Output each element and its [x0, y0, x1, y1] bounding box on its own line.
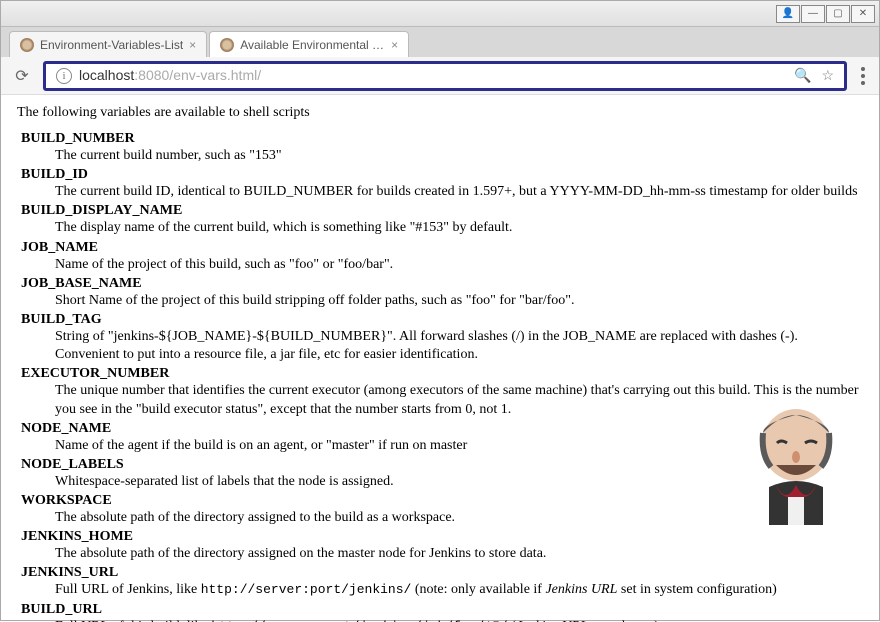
env-var-desc: The current build number, such as "153" — [55, 147, 863, 165]
env-var-desc: Full URL of this build, like http://serv… — [55, 618, 863, 622]
env-var-name: JOB_NAME — [21, 240, 863, 256]
env-var-name: NODE_LABELS — [21, 457, 863, 473]
env-var-name: JENKINS_HOME — [21, 529, 863, 545]
env-var-desc: The absolute path of the directory assig… — [55, 545, 863, 563]
tab-strip: Environment-Variables-List × Available E… — [1, 27, 879, 57]
env-var-name: JOB_BASE_NAME — [21, 276, 863, 292]
maximize-button[interactable]: ▢ — [826, 5, 850, 23]
tab-close-icon[interactable]: × — [391, 38, 398, 52]
jenkins-favicon-icon — [220, 38, 234, 52]
tab-env-vars-list[interactable]: Environment-Variables-List × — [9, 31, 207, 57]
intro-text: The following variables are available to… — [17, 105, 863, 121]
minimize-button[interactable]: — — [801, 5, 825, 23]
search-icon[interactable]: 🔍 — [794, 67, 811, 84]
env-var-name: NODE_NAME — [21, 421, 863, 437]
chrome-menu-icon[interactable] — [855, 67, 871, 85]
env-var-name: BUILD_DISPLAY_NAME — [21, 203, 863, 219]
site-info-icon[interactable]: i — [56, 68, 72, 84]
tab-title: Available Environmental Va — [240, 38, 385, 52]
address-bar[interactable]: i localhost:8080/env-vars.html/ 🔍 ☆ — [43, 61, 847, 91]
tab-available-env-vars[interactable]: Available Environmental Va × — [209, 31, 409, 57]
env-var-desc: Full URL of Jenkins, like http://server:… — [55, 581, 863, 599]
tab-close-icon[interactable]: × — [189, 38, 196, 52]
window-titlebar: 👤 — ▢ ✕ — [1, 1, 879, 27]
toolbar: ⟳ i localhost:8080/env-vars.html/ 🔍 ☆ — [1, 57, 879, 95]
tab-title: Environment-Variables-List — [40, 38, 183, 52]
env-var-list: BUILD_NUMBERThe current build number, su… — [21, 131, 863, 622]
env-var-name: BUILD_NUMBER — [21, 131, 863, 147]
env-var-name: BUILD_ID — [21, 167, 863, 183]
env-var-name: BUILD_URL — [21, 602, 863, 618]
env-var-name: JENKINS_URL — [21, 565, 863, 581]
env-var-name: BUILD_TAG — [21, 312, 863, 328]
page-content: The following variables are available to… — [1, 95, 879, 622]
env-var-desc: Name of the project of this build, such … — [55, 256, 863, 274]
jenkins-favicon-icon — [20, 38, 34, 52]
reload-button[interactable]: ⟳ — [9, 63, 35, 89]
url-host: localhost:8080/env-vars.html/ — [79, 67, 261, 85]
env-var-desc: Short Name of the project of this build … — [55, 292, 863, 310]
env-var-name: WORKSPACE — [21, 493, 863, 509]
env-var-desc: String of "jenkins-${JOB_NAME}-${BUILD_N… — [55, 328, 863, 364]
env-var-name: EXECUTOR_NUMBER — [21, 366, 863, 382]
env-var-desc: The current build ID, identical to BUILD… — [55, 183, 863, 201]
close-button[interactable]: ✕ — [851, 5, 875, 23]
env-var-desc: The display name of the current build, w… — [55, 219, 863, 237]
user-button[interactable]: 👤 — [776, 5, 800, 23]
jenkins-mascot-icon — [741, 405, 851, 525]
bookmark-star-icon[interactable]: ☆ — [821, 67, 834, 84]
